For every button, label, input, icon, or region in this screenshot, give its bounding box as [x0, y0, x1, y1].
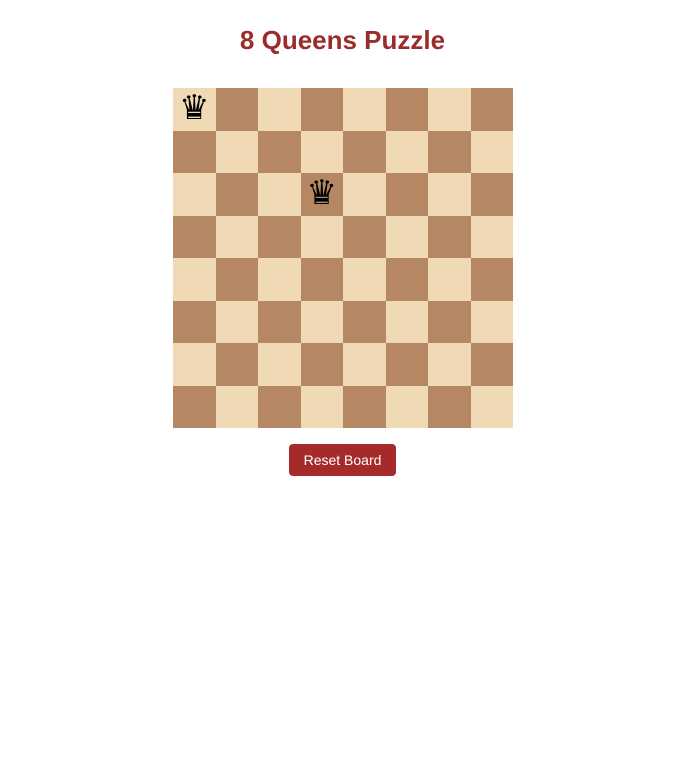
board-square-r0-c6[interactable] — [428, 88, 471, 131]
board-square-r7-c0[interactable] — [173, 385, 216, 428]
board-square-r6-c2[interactable] — [258, 343, 301, 386]
board-square-r5-c7[interactable] — [470, 300, 513, 343]
board-square-r4-c6[interactable] — [428, 258, 471, 301]
board-square-r1-c3[interactable] — [300, 130, 343, 173]
board-square-r7-c5[interactable] — [385, 385, 428, 428]
board-square-r7-c7[interactable] — [470, 385, 513, 428]
reset-board-button[interactable]: Reset Board — [289, 444, 396, 476]
board-square-r4-c1[interactable] — [215, 258, 258, 301]
board-square-r2-c7[interactable] — [470, 173, 513, 216]
board-square-r1-c1[interactable] — [215, 130, 258, 173]
board-square-r1-c7[interactable] — [470, 130, 513, 173]
board-square-r7-c4[interactable] — [343, 385, 386, 428]
board-square-r0-c1[interactable] — [215, 88, 258, 131]
board-square-r4-c3[interactable] — [300, 258, 343, 301]
board-square-r4-c5[interactable] — [385, 258, 428, 301]
board-square-r6-c4[interactable] — [343, 343, 386, 386]
board-square-r5-c2[interactable] — [258, 300, 301, 343]
board-square-r6-c0[interactable] — [173, 343, 216, 386]
board-square-r0-c5[interactable] — [385, 88, 428, 131]
board-square-r3-c2[interactable] — [258, 215, 301, 258]
board-square-r6-c5[interactable] — [385, 343, 428, 386]
board-square-r3-c6[interactable] — [428, 215, 471, 258]
board-square-r4-c7[interactable] — [470, 258, 513, 301]
board-square-r0-c3[interactable] — [300, 88, 343, 131]
board-square-r0-c2[interactable] — [258, 88, 301, 131]
page-title: 8 Queens Puzzle — [239, 25, 446, 55]
board-square-r3-c3[interactable] — [300, 215, 343, 258]
queen-icon: ♛ — [179, 88, 210, 129]
board-square-r1-c5[interactable] — [385, 130, 428, 173]
board-square-r3-c1[interactable] — [215, 215, 258, 258]
board-square-r0-c0[interactable]: ♛ — [173, 88, 216, 131]
board-square-r5-c5[interactable] — [385, 300, 428, 343]
board-square-r2-c1[interactable] — [215, 173, 258, 216]
board-square-r6-c3[interactable] — [300, 343, 343, 386]
board-square-r2-c0[interactable] — [173, 173, 216, 216]
board-square-r3-c4[interactable] — [343, 215, 386, 258]
board-square-r1-c0[interactable] — [173, 130, 216, 173]
board-square-r1-c6[interactable] — [428, 130, 471, 173]
board-square-r5-c3[interactable] — [300, 300, 343, 343]
chess-board: ♛ ♛ — [173, 88, 513, 428]
board-square-r7-c6[interactable] — [428, 385, 471, 428]
board-square-r0-c4[interactable] — [343, 88, 386, 131]
board-square-r7-c1[interactable] — [215, 385, 258, 428]
board-square-r2-c5[interactable] — [385, 173, 428, 216]
board-square-r5-c1[interactable] — [215, 300, 258, 343]
queen-icon: ♛ — [306, 173, 337, 214]
board-square-r4-c2[interactable] — [258, 258, 301, 301]
board-square-r3-c5[interactable] — [385, 215, 428, 258]
board-square-r4-c4[interactable] — [343, 258, 386, 301]
board-square-r1-c2[interactable] — [258, 130, 301, 173]
board-square-r4-c0[interactable] — [173, 258, 216, 301]
board-square-r2-c2[interactable] — [258, 173, 301, 216]
board-square-r5-c0[interactable] — [173, 300, 216, 343]
board-square-r7-c2[interactable] — [258, 385, 301, 428]
board-square-r2-c4[interactable] — [343, 173, 386, 216]
board-square-r5-c4[interactable] — [343, 300, 386, 343]
board-square-r0-c7[interactable] — [470, 88, 513, 131]
board-square-r7-c3[interactable] — [300, 385, 343, 428]
board-square-r1-c4[interactable] — [343, 130, 386, 173]
board-square-r2-c3[interactable]: ♛ — [300, 173, 343, 216]
board-square-r6-c7[interactable] — [470, 343, 513, 386]
board-square-r6-c6[interactable] — [428, 343, 471, 386]
board-square-r3-c7[interactable] — [470, 215, 513, 258]
board-square-r2-c6[interactable] — [428, 173, 471, 216]
board-square-r5-c6[interactable] — [428, 300, 471, 343]
board-square-r3-c0[interactable] — [173, 215, 216, 258]
board-square-r6-c1[interactable] — [215, 343, 258, 386]
